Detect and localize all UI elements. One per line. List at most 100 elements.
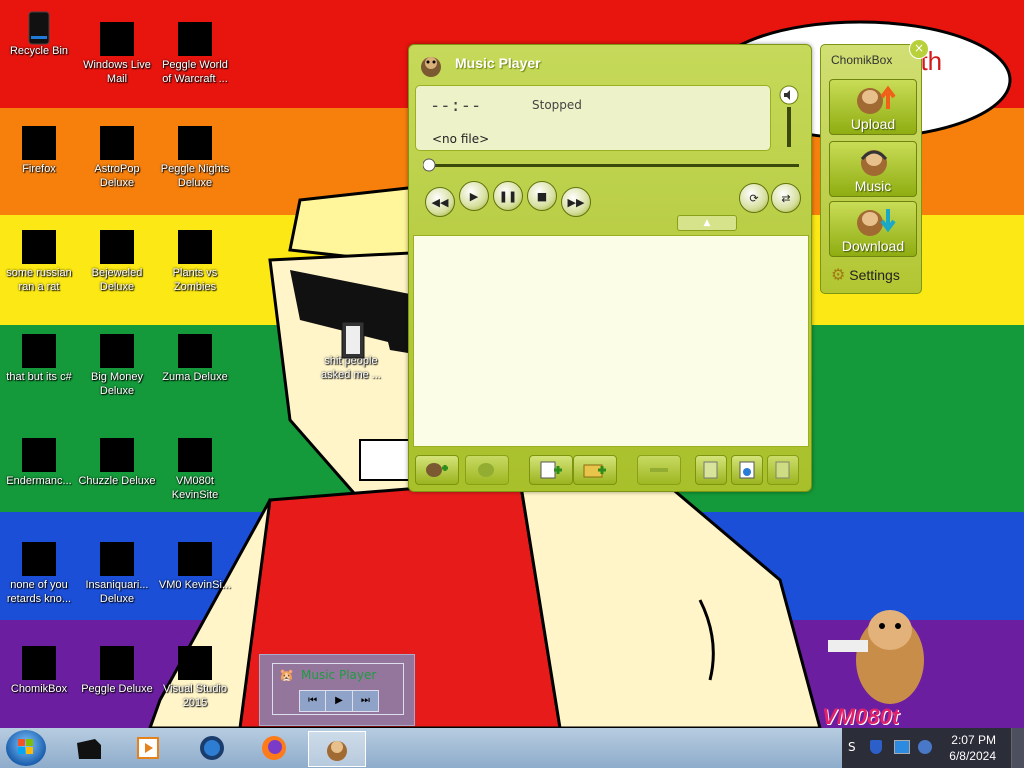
hamster-button[interactable] bbox=[465, 455, 509, 485]
shield-icon[interactable] bbox=[870, 740, 882, 754]
firefox-icon bbox=[22, 126, 56, 160]
file-icon bbox=[22, 334, 56, 368]
close-button[interactable]: × bbox=[909, 39, 929, 59]
mini-player-title: Music Player bbox=[301, 668, 377, 682]
show-desktop-button[interactable] bbox=[1011, 728, 1024, 768]
windows-logo-icon bbox=[18, 739, 33, 754]
download-button[interactable]: Download bbox=[829, 201, 917, 257]
icon-label: Bejeweled Deluxe bbox=[91, 267, 143, 293]
desktop-icon-recycle-bin[interactable]: Recycle Bin bbox=[0, 8, 78, 58]
desktop-icon-endermanc[interactable]: Endermanc... bbox=[0, 438, 78, 488]
desktop-icon-chuzzle[interactable]: Chuzzle Deluxe bbox=[78, 438, 156, 488]
icon-label: ChomikBox bbox=[10, 683, 68, 695]
upload-label: Upload bbox=[850, 116, 896, 132]
tray-overflow-text: S bbox=[848, 740, 856, 754]
stop-button[interactable]: ■ bbox=[527, 181, 557, 211]
hamster-icon bbox=[478, 463, 494, 477]
open-playlist-button[interactable] bbox=[731, 455, 763, 485]
mail-icon bbox=[100, 22, 134, 56]
visual-studio-icon bbox=[178, 646, 212, 680]
icon-label: Big Money Deluxe bbox=[91, 371, 143, 397]
desktop-icon-firefox[interactable]: Firefox bbox=[0, 126, 78, 176]
clear-playlist-button[interactable] bbox=[767, 455, 799, 485]
repeat-button[interactable]: ⟳ bbox=[739, 183, 769, 213]
desktop-icon-plants-vs-zombies[interactable]: Plants vs Zombies bbox=[156, 230, 234, 294]
desktop-icon-peggle-deluxe[interactable]: Peggle Deluxe bbox=[78, 646, 156, 696]
time-readout: --:-- bbox=[430, 96, 482, 116]
desktop-icon-insaniquarium[interactable]: Insaniquari... Deluxe bbox=[78, 542, 156, 606]
game-icon bbox=[178, 334, 212, 368]
music-button[interactable]: Music bbox=[829, 141, 917, 197]
icon-label: some russian ran a rat bbox=[6, 267, 72, 293]
add-file-button[interactable] bbox=[529, 455, 573, 485]
player-title: Music Player bbox=[455, 55, 541, 71]
pause-button[interactable]: ❚❚ bbox=[493, 181, 523, 211]
icon-label: none of you retards kno... bbox=[6, 579, 72, 605]
volume-icon[interactable] bbox=[918, 740, 932, 754]
desktop-icon-chomikbox[interactable]: ChomikBox bbox=[0, 646, 78, 696]
music-icon bbox=[860, 150, 888, 176]
add-hamster-button[interactable] bbox=[415, 455, 459, 485]
game-icon bbox=[100, 542, 134, 576]
icon-label: VM080t KevinSite bbox=[171, 475, 219, 501]
desktop-icon-vm080t[interactable]: VM080t KevinSite bbox=[156, 438, 234, 502]
desktop-icon-peggle-wow[interactable]: Peggle World of Warcraft ... bbox=[156, 22, 234, 86]
desktop-icon-none-of-you[interactable]: none of you retards kno... bbox=[0, 542, 78, 606]
seek-handle bbox=[423, 158, 436, 172]
next-button[interactable]: ⏭ bbox=[353, 691, 378, 711]
desktop-icon-windows-live-mail[interactable]: Windows Live Mail bbox=[78, 22, 156, 86]
play-button[interactable]: ▶ bbox=[326, 691, 353, 711]
remove-button[interactable] bbox=[637, 455, 681, 485]
prev-button[interactable]: ⏮ bbox=[300, 691, 327, 711]
desktop-icon-bejeweled[interactable]: Bejeweled Deluxe bbox=[78, 230, 156, 294]
clock[interactable]: 2:07 PM 6/8/2024 bbox=[949, 732, 996, 764]
desktop-icon-zuma[interactable]: Zuma Deluxe bbox=[156, 334, 234, 384]
desktop-icon-that-but-c[interactable]: that but its c# bbox=[0, 334, 78, 384]
shortcut-icon bbox=[178, 542, 212, 576]
chomikbox-panel: ChomikBox × Upload Music Download ⚙ Sett… bbox=[820, 39, 929, 294]
network-icon[interactable] bbox=[894, 740, 910, 754]
play-button[interactable]: ▶ bbox=[459, 181, 489, 211]
upload-button[interactable]: Upload bbox=[829, 79, 917, 135]
taskbar-globe[interactable] bbox=[188, 731, 236, 765]
add-folder-button[interactable] bbox=[573, 455, 617, 485]
forward-button[interactable]: ▶▶ bbox=[561, 187, 591, 217]
desktop-icon-peggle-nights[interactable]: Peggle Nights Deluxe bbox=[156, 126, 234, 190]
folder-icon bbox=[334, 318, 368, 359]
desktop-icon-astropop[interactable]: AstroPop Deluxe bbox=[78, 126, 156, 190]
taskbar-firefox[interactable] bbox=[250, 731, 298, 765]
taskbar-app-recycle[interactable] bbox=[64, 731, 112, 765]
desktop-icon-shit-people[interactable]: shit people asked me ... bbox=[312, 318, 390, 382]
desktop-icon-big-money[interactable]: Big Money Deluxe bbox=[78, 334, 156, 398]
game-icon bbox=[178, 22, 212, 56]
desktop: nth VM080t Recycle Bin Firefox some russ… bbox=[0, 0, 1024, 728]
seek-bar[interactable] bbox=[423, 157, 799, 173]
download-label: Download bbox=[841, 238, 905, 254]
current-file: <no file> bbox=[432, 132, 490, 146]
playlist-area[interactable] bbox=[413, 235, 809, 447]
desktop-icon-vm0-kevinsite[interactable]: VM0 KevinSi... bbox=[156, 542, 234, 592]
collapse-playlist-button[interactable]: ▲ bbox=[677, 215, 737, 231]
taskbar-chomikbox[interactable] bbox=[308, 731, 366, 767]
volume-slider[interactable] bbox=[777, 85, 801, 149]
icon-label: Firefox bbox=[22, 163, 56, 175]
status-text: Stopped bbox=[532, 98, 582, 112]
shortcut-icon bbox=[178, 438, 212, 472]
icon-label: Endermanc... bbox=[6, 475, 72, 487]
settings-link[interactable]: ⚙ Settings bbox=[831, 265, 900, 285]
desktop-icon-some-russian[interactable]: some russian ran a rat bbox=[0, 230, 78, 294]
mini-player-frame: 🐹 Music Player ⏮ ▶ ⏭ bbox=[272, 663, 404, 715]
clock-time: 2:07 PM bbox=[951, 733, 996, 747]
taskbar-media-player[interactable] bbox=[124, 731, 172, 765]
game-icon bbox=[100, 230, 134, 264]
start-button[interactable] bbox=[6, 730, 46, 766]
game-icon bbox=[178, 126, 212, 160]
upload-icon bbox=[857, 85, 896, 114]
recycle-bin-icon bbox=[22, 8, 56, 45]
rewind-button[interactable]: ◀◀ bbox=[425, 187, 455, 217]
desktop-icon-visual-studio[interactable]: Visual Studio 2015 bbox=[156, 646, 234, 710]
save-playlist-button[interactable] bbox=[695, 455, 727, 485]
shuffle-button[interactable]: ⇄ bbox=[771, 183, 801, 213]
game-icon bbox=[178, 230, 212, 264]
game-icon bbox=[100, 646, 134, 680]
